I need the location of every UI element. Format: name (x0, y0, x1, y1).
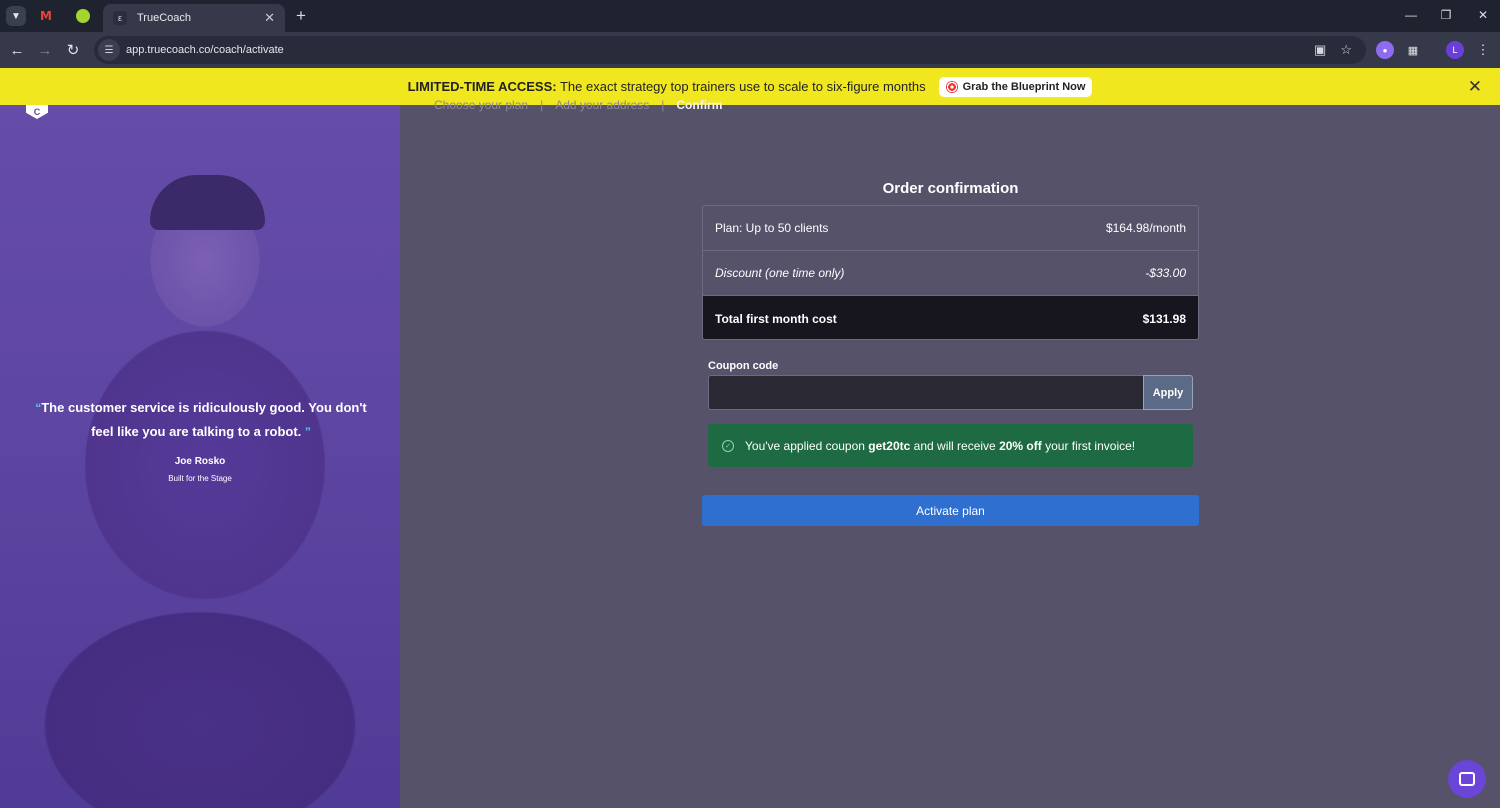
success-suffix: your first invoice! (1045, 438, 1136, 453)
close-window-icon[interactable]: ✕ (1466, 4, 1500, 26)
testimonial-business: Built for the Stage (168, 474, 232, 483)
total-value: $131.98 (1142, 311, 1186, 326)
chevron-down-icon[interactable]: ▼ (6, 6, 26, 26)
step-address[interactable]: Add your address (555, 98, 649, 112)
puzzle-icon[interactable]: ▦ (1404, 41, 1422, 59)
total-label: Total first month cost (715, 311, 837, 326)
kebab-icon[interactable]: ⋮ (1474, 41, 1492, 59)
step-choose-plan[interactable]: Choose your plan (434, 98, 528, 112)
plan-label: Plan: Up to 50 clients (715, 221, 829, 235)
activate-plan-button[interactable]: Activate plan (702, 495, 1199, 526)
coupon-code-input[interactable] (708, 375, 1144, 410)
target-icon (945, 80, 958, 93)
promo-message: The exact strategy top trainers use to s… (559, 79, 926, 94)
discount-row: Discount (one time only) -$33.00 (703, 251, 1198, 296)
coupon-code-applied: get20tc (868, 438, 911, 453)
grab-blueprint-button[interactable]: Grab the Blueprint Now (938, 76, 1093, 97)
discount-value: -$33.00 (1145, 266, 1186, 280)
minimize-icon[interactable]: — (1394, 4, 1428, 26)
success-middle: and will receive (913, 438, 996, 453)
coupon-discount: 20% off (999, 438, 1042, 453)
breadcrumb-separator: | (661, 98, 665, 112)
total-row: Total first month cost $131.98 (703, 296, 1198, 339)
apply-coupon-button[interactable]: Apply (1143, 375, 1193, 410)
close-icon[interactable]: ✕ (264, 10, 275, 26)
extension-icon[interactable]: ● (1376, 41, 1394, 59)
chat-icon (1459, 772, 1475, 786)
arrow-right-icon[interactable]: → (34, 39, 56, 61)
avatar[interactable]: L (1446, 41, 1464, 59)
truecoach-icon: ε (113, 11, 127, 25)
close-icon[interactable]: ✕ (1468, 77, 1482, 97)
close-quote-mark: ” (304, 425, 311, 439)
url-text[interactable]: app.truecoach.co/coach/activate (126, 44, 1314, 56)
reload-icon[interactable]: ↻ (62, 39, 84, 61)
plus-icon[interactable]: + (292, 6, 310, 26)
coupon-success-message: You've applied coupon get20tc and will r… (745, 439, 1135, 453)
gmail-icon[interactable]: M (37, 7, 55, 25)
success-prefix: You've applied coupon (745, 438, 865, 453)
testimonial-quote: “The customer service is ridiculously go… (30, 396, 372, 444)
app-icon[interactable] (74, 7, 92, 25)
breadcrumb: Choose your plan | Add your address | Co… (434, 98, 722, 112)
address-bar[interactable]: ☰ app.truecoach.co/coach/activate ▣ ☆ (94, 36, 1366, 64)
promo-button-label: Grab the Blueprint Now (962, 80, 1086, 93)
step-confirm: Confirm (676, 98, 723, 112)
breadcrumb-separator: | (540, 98, 544, 112)
plan-row: Plan: Up to 50 clients $164.98/month (703, 206, 1198, 251)
order-summary-table: Plan: Up to 50 clients $164.98/month Dis… (702, 205, 1199, 340)
browser-tab-strip: ▼ M ε TrueCoach ✕ + — ❐ ✕ (0, 0, 1500, 32)
discount-label: Discount (one time only) (715, 266, 845, 280)
page-title: Order confirmation (882, 180, 1019, 197)
promo-banner: LIMITED-TIME ACCESS: The exact strategy … (0, 68, 1500, 105)
coupon-success-alert: ✓ You've applied coupon get20tc and will… (708, 424, 1193, 467)
check-circle-icon: ✓ (722, 439, 734, 452)
restore-icon[interactable]: ❐ (1429, 4, 1463, 26)
promo-text: LIMITED-TIME ACCESS: The exact strategy … (408, 79, 926, 94)
promo-label: LIMITED-TIME ACCESS: (407, 79, 557, 94)
tune-icon[interactable]: ☰ (98, 39, 120, 61)
plan-price: $164.98/month (1105, 221, 1186, 235)
install-icon[interactable]: ▣ (1314, 42, 1326, 58)
testimonial-author: Joe Rosko (174, 456, 226, 467)
chat-launcher-button[interactable] (1448, 760, 1486, 798)
arrow-left-icon[interactable]: ← (6, 39, 28, 61)
coach-photo (150, 175, 265, 230)
quote-text: The customer service is ridiculously goo… (41, 400, 367, 439)
tab-title: TrueCoach (137, 12, 192, 24)
star-icon[interactable]: ☆ (1340, 42, 1352, 58)
browser-tab-truecoach[interactable]: ε TrueCoach ✕ (103, 4, 285, 32)
coupon-code-label: Coupon code (708, 360, 779, 372)
browser-toolbar: ← → ↻ ☰ app.truecoach.co/coach/activate … (0, 32, 1500, 68)
